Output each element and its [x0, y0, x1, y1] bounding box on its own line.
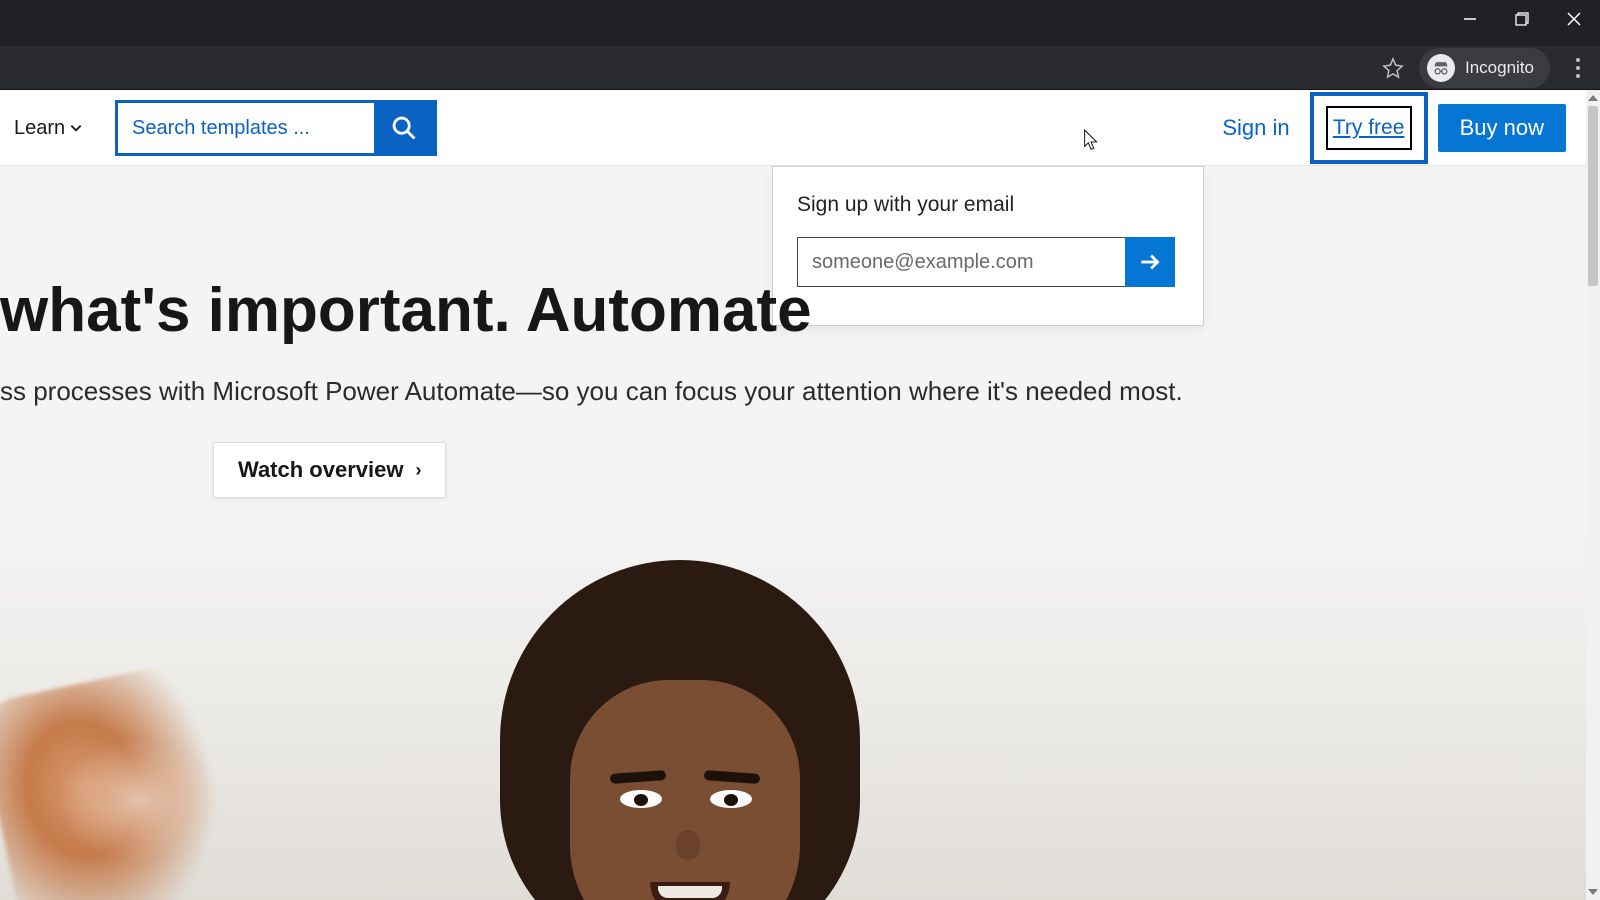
hero-image: [0, 522, 1586, 900]
signup-submit-button[interactable]: [1125, 237, 1175, 287]
try-free-button[interactable]: Try free: [1310, 92, 1428, 164]
search-button[interactable]: [374, 103, 434, 153]
watch-overview-label: Watch overview: [238, 457, 403, 483]
nav-learn-dropdown[interactable]: Learn: [14, 90, 83, 166]
template-search: [115, 100, 437, 156]
chevron-down-icon: [69, 121, 83, 135]
search-icon: [390, 114, 418, 142]
try-free-label: Try free: [1333, 116, 1405, 140]
hero-headline: what's important. Automate: [0, 275, 812, 346]
arrow-right-icon: [1137, 249, 1163, 275]
site-navbar: Learn Sign in Try free Buy now: [0, 90, 1586, 166]
scroll-thumb[interactable]: [1588, 106, 1598, 286]
hero-subline: ss processes with Microsoft Power Automa…: [0, 376, 1183, 407]
scroll-down-button[interactable]: [1586, 884, 1600, 900]
window-minimize-button[interactable]: [1444, 0, 1496, 38]
page-content: Learn Sign in Try free Buy now: [0, 90, 1586, 900]
signup-popover: Sign up with your email: [772, 166, 1204, 326]
signup-email-input[interactable]: [797, 237, 1125, 287]
incognito-label: Incognito: [1465, 58, 1534, 78]
watch-overview-button[interactable]: Watch overview ›: [213, 442, 446, 498]
window-restore-button[interactable]: [1496, 0, 1548, 38]
browser-toolbar: Incognito: [0, 46, 1600, 90]
signup-title: Sign up with your email: [797, 193, 1175, 217]
nav-learn-label: Learn: [14, 117, 65, 140]
browser-menu-button[interactable]: [1566, 52, 1590, 84]
page-scrollbar[interactable]: [1586, 90, 1600, 900]
bookmark-star-icon[interactable]: [1377, 52, 1409, 84]
try-free-inner: Try free: [1326, 106, 1412, 150]
buy-now-label: Buy now: [1460, 115, 1544, 141]
buy-now-button[interactable]: Buy now: [1438, 104, 1566, 152]
search-input[interactable]: [118, 103, 374, 153]
incognito-icon: [1427, 54, 1455, 82]
chevron-right-icon: ›: [415, 460, 421, 481]
incognito-indicator[interactable]: Incognito: [1419, 48, 1550, 88]
window-close-button[interactable]: [1548, 0, 1600, 38]
sign-in-link[interactable]: Sign in: [1222, 115, 1289, 141]
scroll-track[interactable]: [1586, 106, 1600, 884]
scroll-up-button[interactable]: [1586, 90, 1600, 106]
browser-titlebar: [0, 0, 1600, 46]
